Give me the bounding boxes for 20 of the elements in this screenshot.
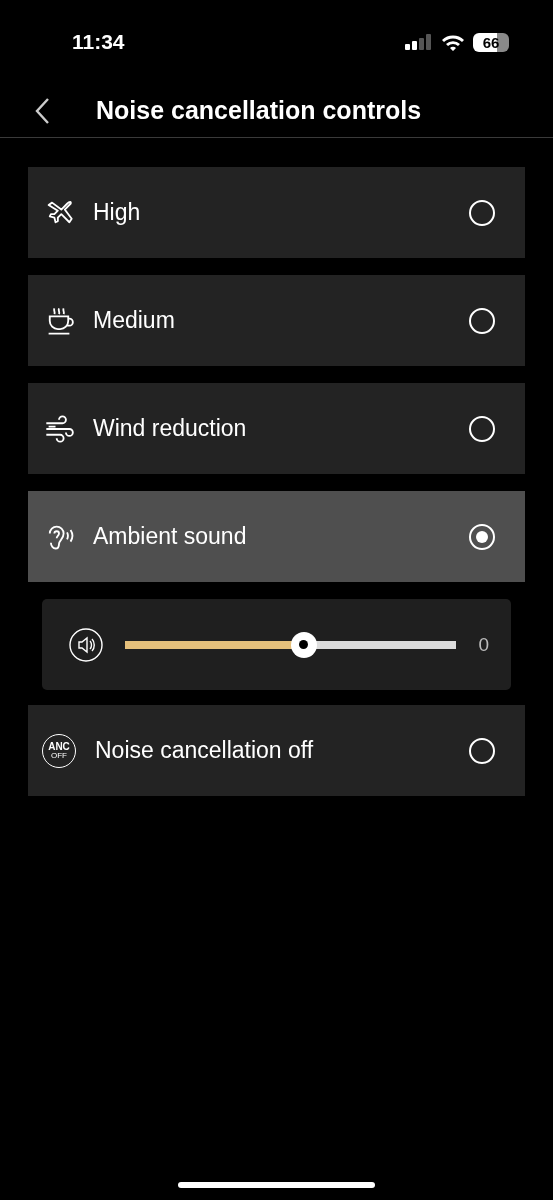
- mode-option[interactable]: Medium: [28, 275, 525, 366]
- mode-option[interactable]: ANC OFF Noise cancellation off: [28, 705, 525, 796]
- radio-button[interactable]: [469, 737, 495, 764]
- signal-icon: [405, 34, 431, 50]
- page-title: Noise cancellation controls: [96, 96, 422, 125]
- battery-icon: 66: [473, 32, 509, 52]
- back-button[interactable]: [34, 97, 50, 124]
- mode-option[interactable]: High: [28, 167, 525, 258]
- mode-option[interactable]: Ambient sound: [28, 491, 525, 582]
- slider-value: 0: [478, 633, 489, 656]
- radio-button[interactable]: [469, 199, 495, 226]
- radio-button[interactable]: [469, 415, 495, 442]
- radio-button[interactable]: [469, 523, 495, 550]
- wifi-icon: [441, 33, 465, 51]
- clock: 11:34: [72, 30, 126, 54]
- radio-button[interactable]: [469, 307, 495, 334]
- mode-option[interactable]: Wind reduction: [28, 383, 525, 474]
- speaker-icon[interactable]: [69, 627, 103, 662]
- wind-icon: [44, 413, 74, 444]
- slider-thumb[interactable]: [290, 631, 317, 658]
